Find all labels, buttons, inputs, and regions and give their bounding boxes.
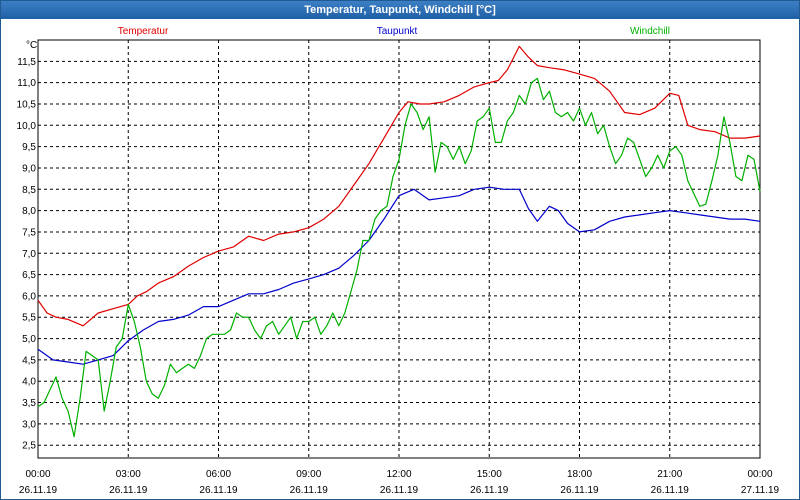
x-tick-time: 00:00 <box>25 469 50 480</box>
line-chart: 2,5 3,0 3,5 4,0 4,5 5,0 5,5 6,0 6,5 7,0 7,5 8,0 8,5 9… <box>17 26 780 496</box>
x-tick-time: 18:00 <box>567 469 592 480</box>
x-tick-date: 26.11.19 <box>290 485 329 496</box>
x-tick-time: 06:00 <box>206 469 231 480</box>
y-tick-label: 3,5 <box>22 398 36 409</box>
y-tick-label: 10,0 <box>17 121 37 132</box>
x-tick-date: 26.11.19 <box>19 485 58 496</box>
y-tick-label: 8,5 <box>22 185 36 196</box>
y-tick-label: 8,0 <box>22 206 36 217</box>
x-tick-time: 12:00 <box>386 469 411 480</box>
y-tick-label: 9,0 <box>22 163 36 174</box>
x-tick-time: 15:00 <box>477 469 502 480</box>
legend-item-taupunkt: Taupunkt <box>377 26 418 37</box>
legend-item-windchill: Windchill <box>630 26 670 37</box>
x-axis-ticks: 00:00 26.11.19 03:00 26.11.19 06:00 26.11.19 0… <box>19 469 780 496</box>
y-tick-label: 3,0 <box>22 419 36 430</box>
y-tick-label: 4,0 <box>22 377 36 388</box>
y-axis-unit: °C <box>26 40 37 51</box>
legend: Temperatur Taupunkt Windchill <box>118 26 670 37</box>
x-tick-time: 09:00 <box>296 469 321 480</box>
y-tick-label: 7,5 <box>22 227 36 238</box>
y-tick-label: 11,0 <box>17 78 36 89</box>
y-axis-ticks: 2,5 3,0 3,5 4,0 4,5 5,0 5,5 6,0 6,5 7,0 7,5 8,0 8,5 9… <box>17 57 37 452</box>
x-tick-date: 26.11.19 <box>651 485 690 496</box>
y-tick-label: 6,0 <box>22 291 36 302</box>
legend-item-temperatur: Temperatur <box>118 26 169 37</box>
x-tick-time: 03:00 <box>116 469 141 480</box>
y-tick-label: 10,5 <box>17 99 37 110</box>
x-tick-time: 00:00 <box>747 469 772 480</box>
y-tick-label: 5,5 <box>22 313 36 324</box>
y-tick-label: 11,5 <box>17 57 36 68</box>
y-tick-label: 5,0 <box>22 334 36 345</box>
y-tick-label: 4,5 <box>22 355 36 366</box>
x-tick-date: 26.11.19 <box>380 485 419 496</box>
x-tick-date: 27.11.19 <box>741 485 780 496</box>
y-tick-label: 9,5 <box>22 142 36 153</box>
x-tick-date: 26.11.19 <box>199 485 238 496</box>
x-tick-date: 26.11.19 <box>560 485 599 496</box>
y-tick-label: 6,5 <box>22 270 36 281</box>
x-tick-time: 21:00 <box>657 469 682 480</box>
x-tick-date: 26.11.19 <box>109 485 148 496</box>
y-tick-label: 7,0 <box>22 249 36 260</box>
y-tick-label: 2,5 <box>22 441 36 452</box>
x-tick-date: 26.11.19 <box>470 485 509 496</box>
